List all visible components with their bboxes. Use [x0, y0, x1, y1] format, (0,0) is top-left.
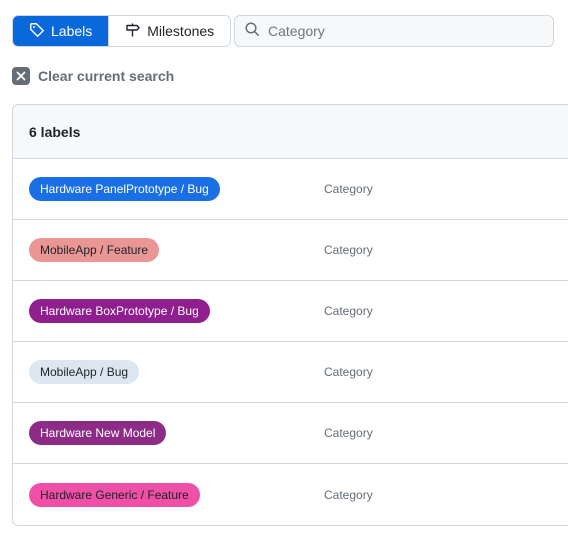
label-badge[interactable]: Hardware PanelPrototype / Bug	[29, 177, 220, 201]
label-row: Hardware PanelPrototype / Bug Category	[13, 159, 568, 220]
search-input[interactable]	[268, 23, 538, 39]
label-description: Category	[324, 426, 373, 440]
label-row: MobileApp / Bug Category	[13, 342, 568, 403]
milestone-icon	[125, 22, 141, 41]
label-badge[interactable]: MobileApp / Feature	[29, 238, 160, 262]
labels-milestones-toolbar: Labels Milestones	[12, 15, 232, 47]
label-row: MobileApp / Feature Category	[13, 220, 568, 281]
label-badge[interactable]: Hardware BoxPrototype / Bug	[29, 299, 210, 323]
labels-count-header: 6 labels	[13, 105, 568, 159]
clear-search-label: Clear current search	[38, 68, 175, 84]
label-row: Hardware BoxPrototype / Bug Category	[13, 281, 568, 342]
label-description: Category	[324, 182, 373, 196]
close-icon	[12, 67, 30, 85]
search-icon	[235, 21, 268, 42]
tag-icon	[29, 22, 45, 41]
label-badge[interactable]: Hardware Generic / Feature	[29, 482, 200, 507]
label-description: Category	[324, 365, 373, 379]
label-description: Category	[324, 243, 373, 257]
labels-count: 6 labels	[29, 123, 81, 140]
label-row: Hardware New Model Category	[13, 403, 568, 464]
milestones-tab-button[interactable]: Milestones	[108, 16, 231, 46]
label-description: Category	[324, 487, 373, 502]
labels-milestones-switch: Labels Milestones	[12, 15, 232, 47]
labels-list: 6 labels Hardware PanelPrototype / Bug Ca…	[12, 104, 568, 526]
label-description: Category	[324, 304, 373, 318]
label-badge[interactable]: MobileApp / Bug	[29, 360, 140, 384]
label-badge[interactable]: Hardware New Model	[29, 421, 167, 445]
milestones-tab-label: Milestones	[147, 23, 215, 39]
clear-search-button[interactable]: Clear current search	[12, 67, 174, 85]
label-search-field[interactable]	[234, 15, 554, 47]
labels-tab-label: Labels	[51, 23, 93, 39]
label-row: Hardware Generic / Feature Category	[13, 464, 568, 525]
labels-tab-button[interactable]: Labels	[13, 16, 109, 46]
